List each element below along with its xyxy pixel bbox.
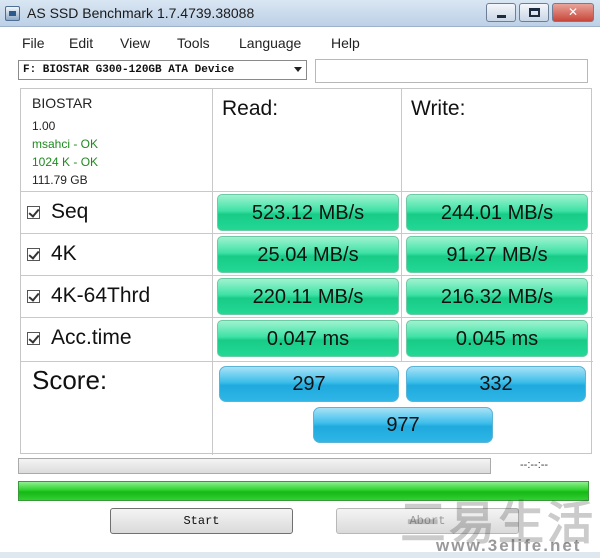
- 4k-checkbox[interactable]: [27, 247, 40, 261]
- read-score: 297: [219, 366, 399, 402]
- alignment-status: 1024 K - OK: [32, 155, 99, 169]
- msahci-status: msahci - OK: [32, 137, 99, 151]
- test-label: 4K-64Thrd: [51, 284, 151, 307]
- acc-time-read-result: 0.047 ms: [217, 320, 399, 357]
- grid-line: [21, 233, 593, 234]
- drive-size: 111.79 GB: [32, 173, 88, 187]
- test-label: Seq: [51, 200, 89, 223]
- test-row-4k-64thrd[interactable]: 4K-64Thrd: [27, 282, 150, 310]
- current-test-progress: [18, 458, 491, 474]
- grid-line: [21, 361, 593, 362]
- test-row-acc-time[interactable]: Acc.time: [27, 324, 132, 352]
- minimize-icon: [497, 15, 506, 18]
- maximize-button[interactable]: [519, 3, 549, 22]
- grid-line: [21, 275, 593, 276]
- device-dropdown-value: F: BIOSTAR G300-120GB ATA Device: [23, 64, 235, 76]
- title-bar[interactable]: AS SSD Benchmark 1.7.4739.38088 ✕: [0, 0, 600, 27]
- close-icon: ✕: [567, 5, 579, 19]
- acc-time-checkbox[interactable]: [27, 331, 40, 345]
- abort-button[interactable]: Abort: [336, 508, 519, 534]
- write-score: 332: [406, 366, 586, 402]
- window-title: AS SSD Benchmark 1.7.4739.38088: [27, 5, 255, 21]
- menu-bar: File Edit View Tools Language Help: [0, 27, 600, 57]
- seq-checkbox[interactable]: [27, 205, 40, 219]
- 4k-read-result: 25.04 MB/s: [217, 236, 399, 273]
- minimize-button[interactable]: [486, 3, 516, 22]
- drive-firmware: 1.00: [32, 119, 56, 133]
- total-progress: [18, 481, 589, 501]
- seq-write-result: 244.01 MB/s: [406, 194, 588, 231]
- app-icon: [5, 6, 20, 21]
- menu-tools[interactable]: Tools: [177, 35, 210, 51]
- menu-help[interactable]: Help: [331, 35, 360, 51]
- grid-line: [212, 89, 213, 361]
- close-button[interactable]: ✕: [552, 3, 594, 22]
- start-button[interactable]: Start: [110, 508, 293, 534]
- test-label: 4K: [51, 242, 77, 265]
- total-score: 977: [313, 407, 493, 443]
- 4k-64thrd-write-result: 216.32 MB/s: [406, 278, 588, 315]
- test-row-4k[interactable]: 4K: [27, 240, 77, 268]
- read-column-header: Read:: [222, 97, 279, 120]
- drive-name: BIOSTAR: [32, 95, 93, 111]
- grid-line: [21, 317, 593, 318]
- grid-line: [401, 89, 402, 361]
- test-label: Acc.time: [51, 326, 132, 349]
- menu-language[interactable]: Language: [239, 35, 301, 51]
- elapsed-time: --:--:--: [520, 459, 549, 471]
- 4k-64thrd-read-result: 220.11 MB/s: [217, 278, 399, 315]
- score-label: Score:: [32, 365, 108, 395]
- test-row-seq[interactable]: Seq: [27, 198, 88, 226]
- grid-line: [21, 191, 593, 192]
- taskbar-strip: [0, 552, 600, 558]
- menu-edit[interactable]: Edit: [69, 35, 93, 51]
- acc-time-write-result: 0.045 ms: [406, 320, 588, 357]
- maximize-icon: [529, 8, 540, 17]
- seq-read-result: 523.12 MB/s: [217, 194, 399, 231]
- chevron-down-icon: [294, 67, 302, 72]
- window-controls: ✕: [483, 3, 594, 23]
- total-progress-fill: [19, 482, 588, 500]
- device-dropdown[interactable]: F: BIOSTAR G300-120GB ATA Device: [18, 60, 307, 80]
- 4k-write-result: 91.27 MB/s: [406, 236, 588, 273]
- grid-line: [212, 361, 213, 455]
- menu-file[interactable]: File: [22, 35, 45, 51]
- 4k-64thrd-checkbox[interactable]: [27, 289, 40, 303]
- device-info-field[interactable]: [315, 59, 588, 83]
- write-column-header: Write:: [411, 97, 466, 120]
- results-panel: BIOSTAR 1.00 msahci - OK 1024 K - OK 111…: [20, 88, 593, 455]
- menu-view[interactable]: View: [120, 35, 150, 51]
